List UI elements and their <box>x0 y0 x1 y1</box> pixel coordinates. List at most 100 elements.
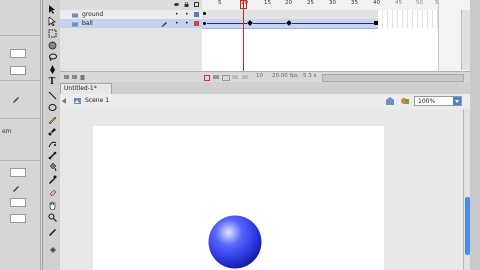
pencil-icon <box>161 20 168 27</box>
text-tool-icon[interactable]: T <box>45 76 59 87</box>
eraser-tool-icon[interactable] <box>45 186 59 197</box>
deco-tool-icon[interactable] <box>45 138 59 149</box>
hand-tool-icon[interactable] <box>45 200 59 211</box>
tween-arrow <box>207 23 247 24</box>
property-field[interactable] <box>10 214 26 223</box>
empty-frames[interactable] <box>378 10 438 28</box>
ball-symbol[interactable] <box>207 214 263 270</box>
property-field[interactable] <box>10 49 26 58</box>
divider <box>0 118 40 119</box>
layer-color-swatch[interactable] <box>194 21 199 26</box>
pen-tool-icon[interactable] <box>45 64 59 75</box>
stage[interactable] <box>93 126 384 270</box>
onion-outline-icon[interactable] <box>222 75 230 81</box>
timeline-panel: ground • • ball • • 5 10 15 20 25 30 35 … <box>60 0 471 83</box>
playhead-handle[interactable] <box>240 0 247 9</box>
ruler-tick-label: 45 <box>395 0 402 6</box>
delete-layer-icon[interactable] <box>80 74 85 80</box>
divider <box>0 160 40 161</box>
chevron-down-icon[interactable] <box>453 97 461 105</box>
ruler-tick-label: 20 <box>285 0 292 6</box>
oval-tool-icon[interactable] <box>45 102 59 113</box>
tools-panel: T <box>42 0 99 270</box>
elapsed-time-readout: 5.3 s <box>303 73 317 79</box>
property-field[interactable] <box>10 168 26 177</box>
layer-name: ball <box>82 20 93 27</box>
timeline-extra-frames <box>438 0 471 82</box>
visibility-dot[interactable]: • <box>175 19 179 28</box>
eye-icon[interactable] <box>174 2 179 7</box>
selection-tool-icon[interactable] <box>45 4 59 15</box>
ruler-tick-label: 40 <box>373 0 380 6</box>
layer-name: ground <box>82 11 104 18</box>
scene-label: Scene 1 <box>85 97 110 104</box>
layer-color-swatch[interactable] <box>194 12 199 17</box>
ruler-tick-label: 15 <box>264 0 271 6</box>
tab-title: Untitled-1* <box>64 85 97 92</box>
center-frame-icon[interactable] <box>204 75 210 81</box>
modify-markers-icon[interactable] <box>242 75 248 79</box>
gradient-transform-tool-icon[interactable] <box>45 40 59 51</box>
ruler-tick-label: 30 <box>329 0 336 6</box>
lasso-tool-icon[interactable] <box>45 52 59 63</box>
onion-skin-icon[interactable] <box>213 75 219 79</box>
layer-row-ball[interactable]: ball • • <box>60 19 202 28</box>
tween-arrow <box>253 23 286 24</box>
divider <box>0 80 40 81</box>
keyframe[interactable] <box>203 12 206 15</box>
right-panel-edge <box>470 0 480 270</box>
tab-untitled-1[interactable]: Untitled-1* <box>60 83 112 94</box>
current-frame-readout: 10 <box>256 73 263 79</box>
ruler-tick-label: 5 <box>218 0 222 6</box>
properties-panel: em <box>0 0 41 270</box>
line-tool-icon[interactable] <box>45 90 59 101</box>
new-folder-icon[interactable] <box>72 75 77 79</box>
ball-tween-span[interactable] <box>202 19 378 29</box>
pencil-tool-icon[interactable] <box>45 114 59 125</box>
edit-symbols-icon[interactable] <box>401 97 409 105</box>
panel-label-fragment: em <box>2 128 12 135</box>
timeline-scrollbar[interactable] <box>461 10 470 70</box>
fill-color-icon[interactable] <box>45 246 59 257</box>
layer-icon <box>72 12 78 18</box>
layer-icon <box>72 21 78 27</box>
new-layer-icon[interactable] <box>64 75 69 79</box>
zoom-value: 100% <box>418 98 436 105</box>
lock-icon[interactable] <box>184 1 189 7</box>
ruler-tick-label: 50 <box>416 0 423 6</box>
scene-icon <box>74 98 81 104</box>
pencil-icon[interactable] <box>12 95 20 103</box>
zoom-tool-icon[interactable] <box>45 212 59 223</box>
keyframe[interactable] <box>286 20 292 26</box>
edit-multiple-frames-icon[interactable] <box>232 75 238 79</box>
bone-tool-icon[interactable] <box>45 150 59 161</box>
keyframe[interactable] <box>247 20 253 26</box>
ruler-tick-label: 25 <box>307 0 314 6</box>
visibility-dot[interactable]: • <box>175 10 179 19</box>
horizontal-scrollbar[interactable] <box>322 74 464 82</box>
zoom-select[interactable]: 100% <box>414 96 462 106</box>
lock-dot[interactable]: • <box>185 19 189 28</box>
edit-scene-icon[interactable] <box>386 97 394 105</box>
free-transform-tool-icon[interactable] <box>45 28 59 39</box>
brush-tool-icon[interactable] <box>45 126 59 137</box>
property-field[interactable] <box>10 66 26 75</box>
keyframe[interactable] <box>203 22 206 25</box>
stroke-color-icon[interactable] <box>45 226 59 237</box>
outline-icon[interactable] <box>194 2 199 7</box>
ball-fill <box>208 215 262 269</box>
property-field[interactable] <box>10 198 26 207</box>
lock-dot[interactable]: • <box>185 10 189 19</box>
layer-row-ground[interactable]: ground • • <box>60 10 202 19</box>
eyedropper-tool-icon[interactable] <box>45 174 59 185</box>
pencil-icon[interactable] <box>12 184 20 192</box>
back-arrow-icon[interactable] <box>62 98 69 104</box>
ruler-tick-label: 35 <box>351 0 358 6</box>
frames-grid[interactable]: 5 10 15 20 25 30 35 40 45 50 55 <box>202 0 442 82</box>
fps-readout: 20.00 fps <box>272 73 298 79</box>
tween-arrow <box>292 23 374 24</box>
subselection-tool-icon[interactable] <box>45 16 59 27</box>
playhead[interactable] <box>243 0 244 82</box>
paint-bucket-tool-icon[interactable] <box>45 162 59 173</box>
divider <box>0 35 40 36</box>
